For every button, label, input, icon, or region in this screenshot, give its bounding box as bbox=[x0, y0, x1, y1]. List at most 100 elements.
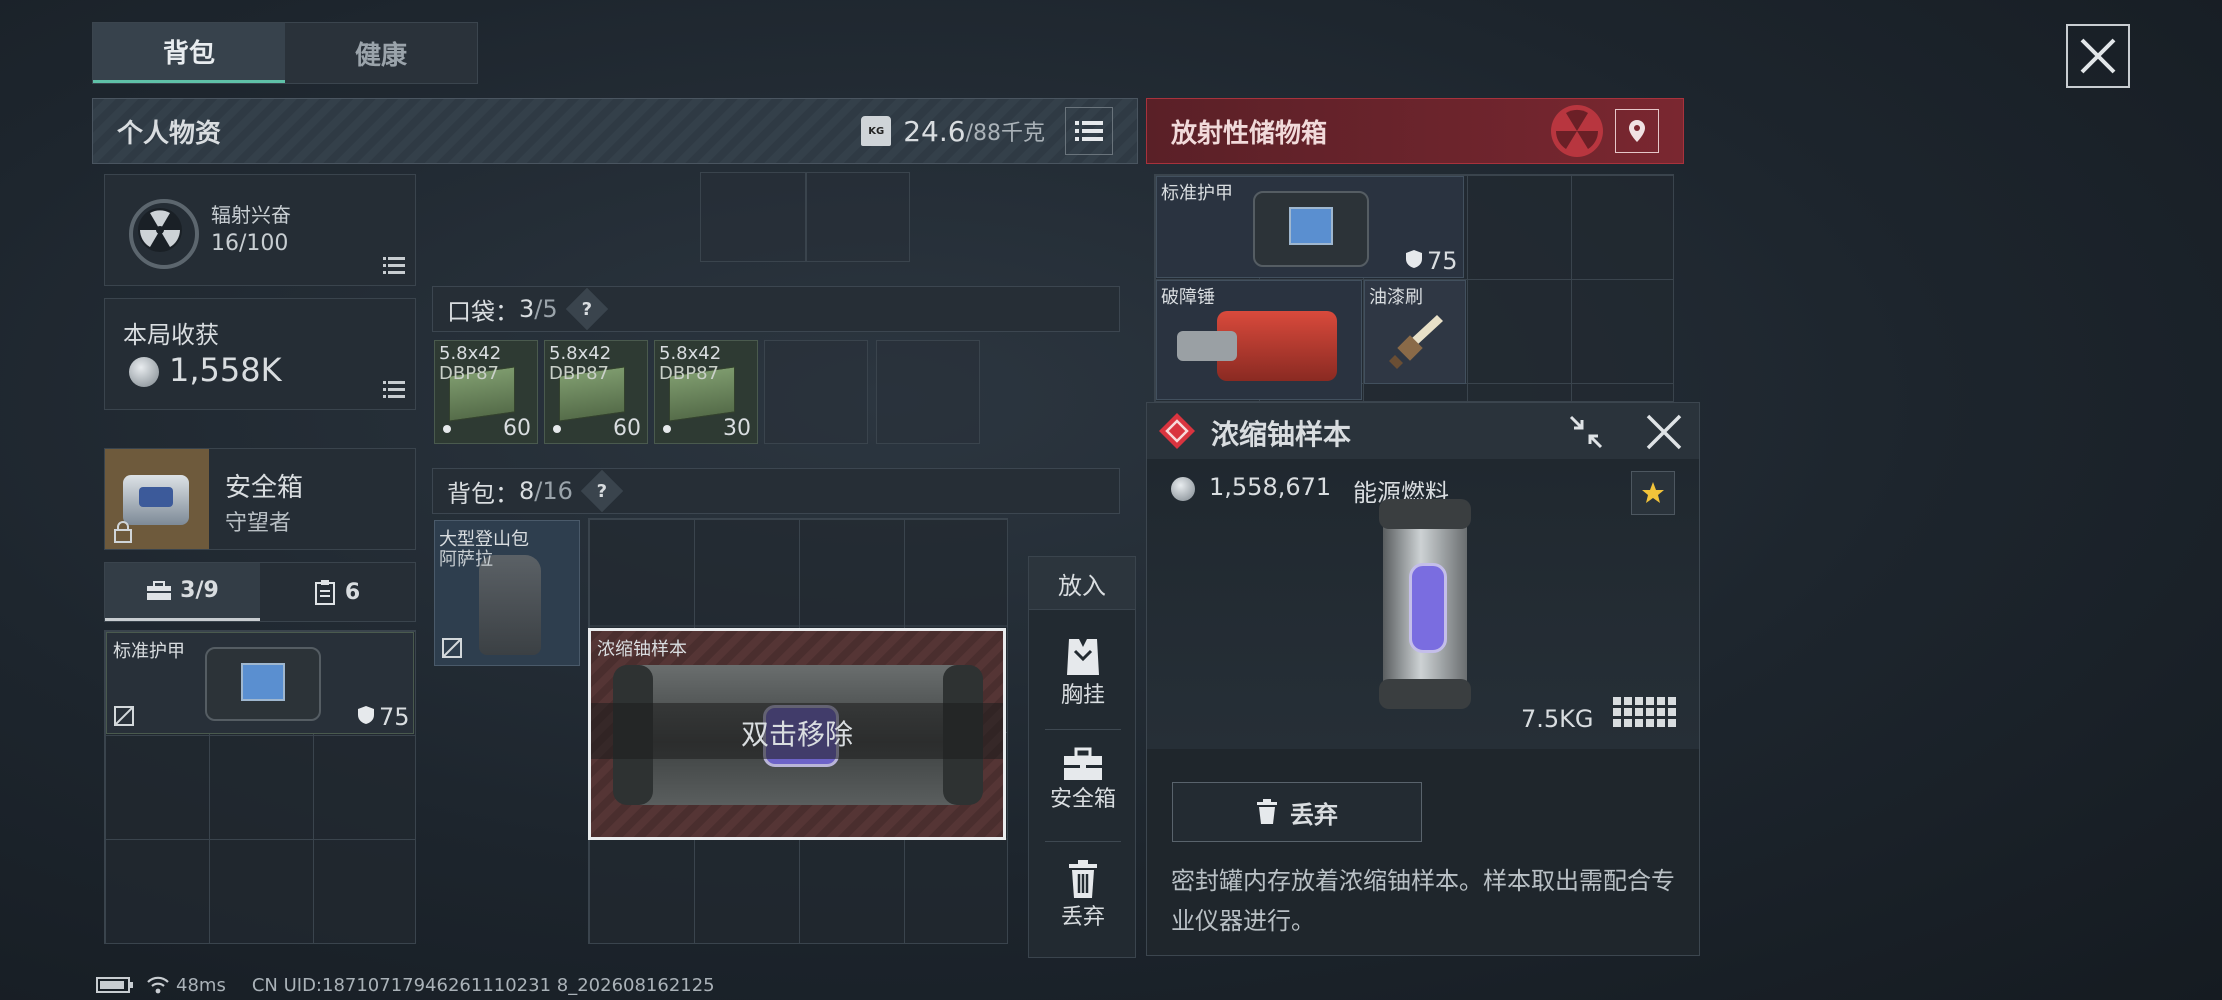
radiation-gauge bbox=[129, 199, 199, 269]
uranium-canister-image bbox=[1379, 499, 1471, 709]
detail-header: 浓缩铀样本 bbox=[1147, 403, 1699, 460]
uid-text: CN UID:18710717946261110231 8_2026081621… bbox=[251, 974, 715, 996]
clipboard-icon bbox=[314, 580, 335, 605]
empty-slot-top[interactable] bbox=[700, 172, 910, 262]
ammo-dot-icon bbox=[443, 425, 451, 433]
ammo-caliber: 5.8x42 bbox=[659, 343, 722, 364]
radiation-icon bbox=[138, 208, 182, 252]
uranium-slot[interactable]: 浓缩铀样本 双击移除 bbox=[588, 628, 1006, 840]
rarity-diamond-icon bbox=[1159, 413, 1195, 449]
item-detail-panel: 浓缩铀样本 1,558,671 能源燃料 7.5KG 密封罐内存放着浓缩铀样本。… bbox=[1146, 402, 1700, 956]
pocket-empty-slot[interactable] bbox=[764, 340, 868, 444]
backpack-item-sub: 阿萨拉 bbox=[439, 549, 493, 570]
safe-box-button[interactable]: 安全箱 bbox=[1029, 747, 1137, 813]
radioactive-box-header: 放射性储物箱 bbox=[1146, 98, 1684, 164]
backpack-label: 背包： bbox=[447, 479, 519, 508]
radiation-label: 辐射兴奋 bbox=[211, 203, 291, 227]
income-label: 本局收获 bbox=[123, 321, 219, 349]
detail-close-icon[interactable] bbox=[1645, 413, 1683, 451]
top-tabs: 背包 健康 bbox=[92, 22, 478, 84]
ammo-type: DBP87 bbox=[659, 363, 719, 384]
trash-icon bbox=[1257, 799, 1277, 824]
backpack-help-button[interactable]: ? bbox=[580, 469, 624, 513]
backpack-used: 8 bbox=[519, 477, 535, 505]
safe-box-name: 安全箱 bbox=[225, 473, 304, 503]
paint-brush-item[interactable]: 油漆刷 bbox=[1364, 280, 1466, 384]
discard-drop-button[interactable]: 丢弃 bbox=[1029, 859, 1137, 931]
wifi-icon bbox=[147, 976, 169, 994]
list-view-button[interactable] bbox=[1065, 107, 1113, 155]
pocket-help-button[interactable]: ? bbox=[565, 287, 608, 331]
radio-armor-item[interactable]: 标准护甲 75 bbox=[1156, 176, 1464, 278]
personal-title: 个人物资 bbox=[117, 118, 222, 149]
income-list-icon bbox=[383, 381, 405, 398]
grid-size-icon bbox=[1613, 697, 1676, 727]
shield-icon bbox=[358, 706, 374, 724]
pocket-empty-slot[interactable] bbox=[876, 340, 980, 444]
radioactive-box-title: 放射性储物箱 bbox=[1171, 118, 1328, 149]
put-into-title: 放入 bbox=[1029, 557, 1135, 610]
left-armor-name: 标准护甲 bbox=[113, 641, 185, 662]
ammo-type: DBP87 bbox=[549, 363, 609, 384]
radiation-value: 16/100 bbox=[211, 231, 289, 256]
income-value: 1,558K bbox=[169, 351, 282, 389]
ammo-count: 60 bbox=[503, 416, 531, 441]
ammo-caliber: 5.8x42 bbox=[549, 343, 612, 364]
left-armor-item[interactable]: 标准护甲 75 bbox=[106, 632, 414, 734]
location-button[interactable] bbox=[1615, 109, 1659, 153]
backpack-item[interactable]: 大型登山包 阿萨拉 bbox=[434, 520, 580, 666]
armor-image bbox=[1253, 191, 1369, 267]
double-click-remove-hint: 双击移除 bbox=[740, 718, 853, 751]
put-into-menu: 放入 胸挂 安全箱 丢弃 bbox=[1028, 556, 1136, 958]
favorite-button[interactable] bbox=[1631, 471, 1675, 515]
discard-button[interactable]: 丢弃 bbox=[1172, 782, 1422, 842]
tab-doc-count[interactable]: 6 bbox=[260, 563, 415, 621]
radiation-symbol-icon bbox=[1551, 105, 1603, 157]
safe-box-card[interactable]: 安全箱 守望者 bbox=[104, 448, 416, 550]
safe-box-sub: 守望者 bbox=[225, 511, 292, 536]
detail-description: 密封罐内存放着浓缩铀样本。样本取出需配合专业仪器进行。 bbox=[1171, 867, 1675, 935]
hammer-drill-image bbox=[1177, 331, 1237, 361]
ammo-slot-3[interactable]: 5.8x42 DBP87 30 bbox=[654, 340, 758, 444]
armor-image bbox=[205, 647, 321, 721]
detail-title: 浓缩铀样本 bbox=[1211, 418, 1352, 451]
detail-price: 1,558,671 bbox=[1209, 473, 1332, 501]
location-pin-icon bbox=[1629, 120, 1645, 142]
ammo-slot-2[interactable]: 5.8x42 DBP87 60 bbox=[544, 340, 648, 444]
ammo-count: 60 bbox=[613, 416, 641, 441]
radiation-list-icon bbox=[383, 257, 405, 274]
lock-icon bbox=[114, 521, 132, 543]
income-card[interactable]: 本局收获 1,558K bbox=[104, 298, 416, 410]
tab-health[interactable]: 健康 bbox=[285, 23, 477, 83]
radio-armor-name: 标准护甲 bbox=[1161, 183, 1233, 204]
personal-header: 个人物资 KG 24.6 /88千克 bbox=[92, 98, 1138, 164]
tab-backpack[interactable]: 背包 bbox=[93, 23, 285, 83]
ammo-dot-icon bbox=[663, 425, 671, 433]
weight-current: 24.6 bbox=[903, 114, 966, 148]
pocket-used: 3 bbox=[519, 295, 535, 323]
weight-max: /88千克 bbox=[965, 121, 1045, 146]
collapse-icon[interactable] bbox=[1567, 413, 1605, 451]
radiation-card[interactable]: 辐射兴奋 16/100 bbox=[104, 174, 416, 286]
ammo-caliber: 5.8x42 bbox=[439, 343, 502, 364]
close-button[interactable] bbox=[2066, 24, 2130, 88]
close-icon bbox=[2080, 38, 2116, 74]
pocket-total: /5 bbox=[534, 295, 558, 323]
ping-text: 48ms bbox=[176, 974, 226, 996]
detail-weight: 7.5KG bbox=[1521, 705, 1594, 733]
pocket-label: 口袋： bbox=[447, 297, 519, 326]
shield-icon bbox=[1406, 250, 1422, 268]
uranium-slot-name: 浓缩铀样本 bbox=[597, 639, 687, 660]
paint-brush-name: 油漆刷 bbox=[1369, 287, 1423, 308]
tab-tool-count[interactable]: 3/9 bbox=[105, 563, 260, 621]
star-icon bbox=[1642, 482, 1664, 503]
detail-image-area: 1,558,671 能源燃料 7.5KG bbox=[1147, 459, 1699, 749]
left-armor-durability: 75 bbox=[379, 703, 410, 731]
chest-rig-button[interactable]: 胸挂 bbox=[1029, 637, 1137, 709]
doc-count: 6 bbox=[344, 579, 361, 605]
weight-lock-icon: KG bbox=[861, 116, 892, 146]
ammo-slot-1[interactable]: 5.8x42 DBP87 60 bbox=[434, 340, 538, 444]
breaching-hammer-item[interactable]: 破障锤 bbox=[1156, 280, 1362, 400]
price-coin-icon bbox=[1171, 477, 1195, 501]
tool-count: 3/9 bbox=[180, 578, 219, 603]
